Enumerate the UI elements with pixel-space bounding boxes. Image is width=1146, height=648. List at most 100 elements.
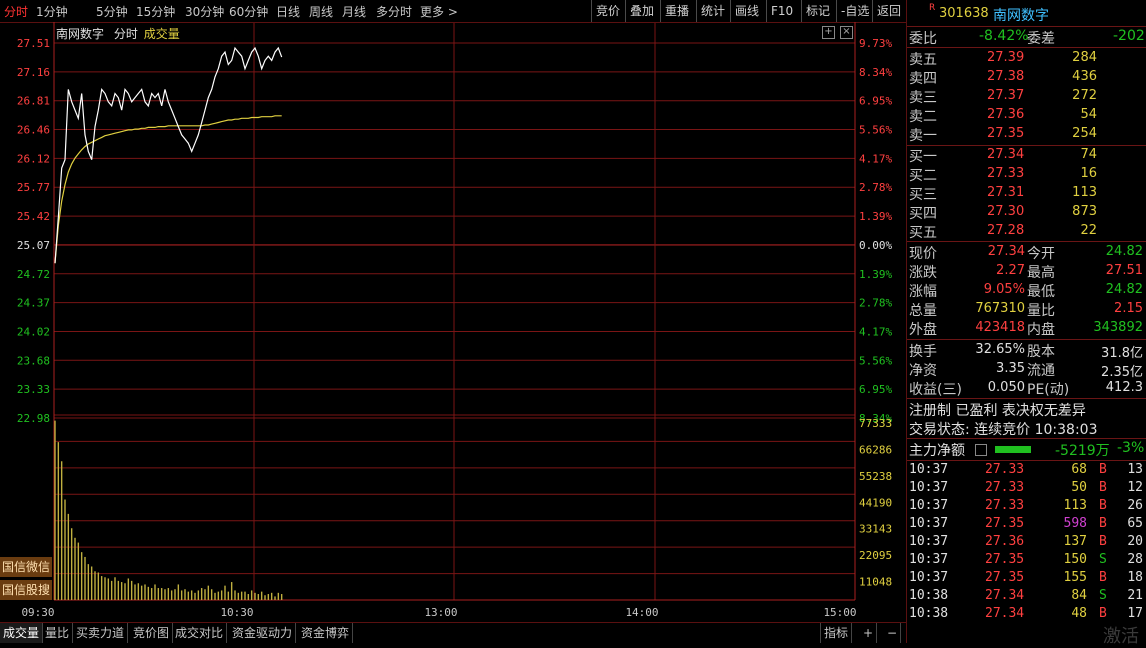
price-tick-label: 25.07 — [17, 239, 50, 252]
trade-status-text: 交易状态: 连续竞价 10:38:03 — [909, 422, 1098, 438]
volume-tick-label: 11048 — [859, 576, 892, 589]
tab-trade-compare[interactable]: 成交对比 — [172, 623, 228, 643]
tick-price: 27.33 — [985, 480, 1025, 495]
price-tick-label: 26.81 — [17, 95, 50, 108]
back-button[interactable]: 返回 — [872, 0, 905, 22]
intraday-chart[interactable]: 27.51 27.16 26.81 26.46 26.12 25.77 25.42 25.07… — [0, 22, 906, 622]
stat-label: 总量 — [909, 303, 937, 319]
period-tab-60min[interactable]: 60分钟 — [229, 3, 268, 20]
chart-legend: 南网数字 分时 成交量 — [56, 25, 180, 42]
tick-side: B — [1099, 606, 1107, 621]
stat-value: 767310 — [975, 301, 1025, 316]
stat-label: 涨幅 — [909, 284, 937, 300]
time-tick-label: 09:30 — [21, 606, 54, 619]
period-tab-week[interactable]: 周线 — [309, 3, 333, 20]
period-tab-fenshi[interactable]: 分时 — [4, 3, 28, 20]
tick-side: B — [1099, 570, 1107, 585]
close-icon[interactable]: × — [840, 26, 853, 39]
price-tick-label: 27.16 — [17, 66, 50, 79]
registration-text: 注册制 已盈利 表决权无差异 — [909, 403, 1086, 419]
percent-tick-label: 1.39% — [859, 268, 892, 281]
stat-row: 涨幅 9.05% 最低 24.82 — [907, 281, 1146, 300]
price-tick-label: 22.98 — [17, 412, 50, 425]
tick-row: 10:37 27.33 68 B 13 — [907, 462, 1146, 480]
level-label: 卖二 — [909, 109, 937, 125]
tick-list[interactable]: 10:37 27.33 68 B 13 10:37 27.33 50 B 12 10:37 27.33… — [907, 462, 1146, 624]
percent-tick-label: 5.56% — [859, 124, 892, 137]
guosen-wechat-button[interactable]: 国信微信 — [0, 557, 52, 577]
level-label: 买四 — [909, 206, 937, 222]
stat-value: 9.05% — [983, 282, 1025, 297]
time-tick-label: 13:00 — [424, 606, 457, 619]
f10-button[interactable]: F10 — [766, 0, 797, 22]
main-flow-bar — [995, 446, 1031, 453]
level-price: 27.33 — [987, 166, 1025, 181]
level-volume: 113 — [1072, 185, 1097, 200]
stats-primary: 现价 27.34 今开 24.82 涨跌 2.27 最高 27.51 涨幅 9.05% 最低 24.8… — [907, 243, 1146, 338]
period-tab-1min[interactable]: 1分钟 — [36, 3, 68, 20]
weibi-value: -8.42% — [979, 28, 1029, 44]
level-label: 卖五 — [909, 52, 937, 68]
tick-side: B — [1099, 534, 1107, 549]
remove-indicator-button[interactable]: − — [884, 623, 902, 643]
tick-volume: 150 — [1063, 552, 1087, 567]
order-level-row: 买四 27.30 873 — [907, 203, 1146, 222]
order-level-row: 买二 27.33 16 — [907, 165, 1146, 184]
level-volume: 22 — [1080, 223, 1097, 238]
tick-price: 27.33 — [985, 462, 1025, 477]
period-tab-day[interactable]: 日线 — [276, 3, 300, 20]
replay-button[interactable]: 重播 — [660, 0, 693, 22]
draw-button[interactable]: 画线 — [730, 0, 763, 22]
volume-tick-label: 77333 — [859, 417, 892, 430]
level-volume: 16 — [1080, 166, 1097, 181]
tick-time: 10:38 — [909, 588, 949, 603]
period-tab-5min[interactable]: 5分钟 — [96, 3, 128, 20]
mark-button[interactable]: 标记 — [801, 0, 834, 22]
tab-buy-sell-force[interactable]: 买卖力道 — [73, 623, 129, 643]
indicator-button[interactable]: 指标 — [820, 623, 853, 643]
stat-row: 外盘 423418 内盘 343892 — [907, 319, 1146, 338]
stat-value: 27.51 — [1105, 263, 1143, 278]
stat-value: 27.34 — [987, 244, 1025, 259]
period-tab-more[interactable]: 更多 > — [420, 3, 458, 20]
period-tab-multi[interactable]: 多分时 — [376, 3, 412, 20]
tick-side: B — [1099, 498, 1107, 513]
stats-button[interactable]: 统计 — [696, 0, 729, 22]
tick-count: 20 — [1127, 534, 1143, 549]
quote-panel: R 301638 南网数字 委比 -8.42% 委差 -202 卖五 27.39 2… — [906, 0, 1146, 647]
volume-tick-label: 66286 — [859, 443, 892, 456]
level-volume: 436 — [1072, 69, 1097, 84]
period-tab-15min[interactable]: 15分钟 — [136, 3, 175, 20]
tab-auction-chart[interactable]: 竞价图 — [130, 623, 174, 643]
order-level-row: 买一 27.34 74 — [907, 146, 1146, 165]
tick-volume: 113 — [1063, 498, 1087, 513]
tab-volume[interactable]: 成交量 — [0, 623, 44, 643]
add-indicator-button[interactable]: + — [860, 623, 878, 643]
stat-value: 423418 — [975, 320, 1025, 335]
intraday-chart-area[interactable]: 27.51 27.16 26.81 26.46 26.12 25.77 25.42 25.07… — [0, 22, 906, 622]
period-tab-month[interactable]: 月线 — [342, 3, 366, 20]
zoom-in-icon[interactable]: + — [822, 26, 835, 39]
level-price: 27.35 — [987, 126, 1025, 141]
tick-side: B — [1099, 516, 1107, 531]
add-watchlist-button[interactable]: -自选 — [836, 0, 873, 22]
tab-fund-drive[interactable]: 资金驱动力 — [229, 623, 297, 643]
auction-button[interactable]: 竞价 — [591, 0, 624, 22]
level-price: 27.38 — [987, 69, 1025, 84]
tick-price: 27.35 — [985, 516, 1025, 531]
period-tab-30min[interactable]: 30分钟 — [185, 3, 224, 20]
overlay-button[interactable]: 叠加 — [625, 0, 658, 22]
stat-value: 2.35亿 — [1101, 365, 1143, 380]
order-level-row: 卖三 27.37 272 — [907, 87, 1146, 106]
tick-time: 10:37 — [909, 570, 949, 585]
guosen-search-button[interactable]: 国信股搜 — [0, 580, 52, 600]
level-volume: 74 — [1080, 147, 1097, 162]
watermark: 激活 — [1103, 626, 1139, 647]
bottom-tab-bar: 成交量 量比 买卖力道 竞价图 成交对比 资金驱动力 资金博弈 指标 + − — [0, 622, 906, 644]
tab-volume-ratio[interactable]: 量比 — [42, 623, 74, 643]
tab-fund-game[interactable]: 资金博弈 — [298, 623, 354, 643]
list-icon[interactable] — [975, 444, 987, 456]
stat-label: 收益(三) — [909, 382, 962, 398]
weicha-label: 委差 — [1027, 31, 1055, 47]
stat-label: 现价 — [909, 246, 937, 262]
